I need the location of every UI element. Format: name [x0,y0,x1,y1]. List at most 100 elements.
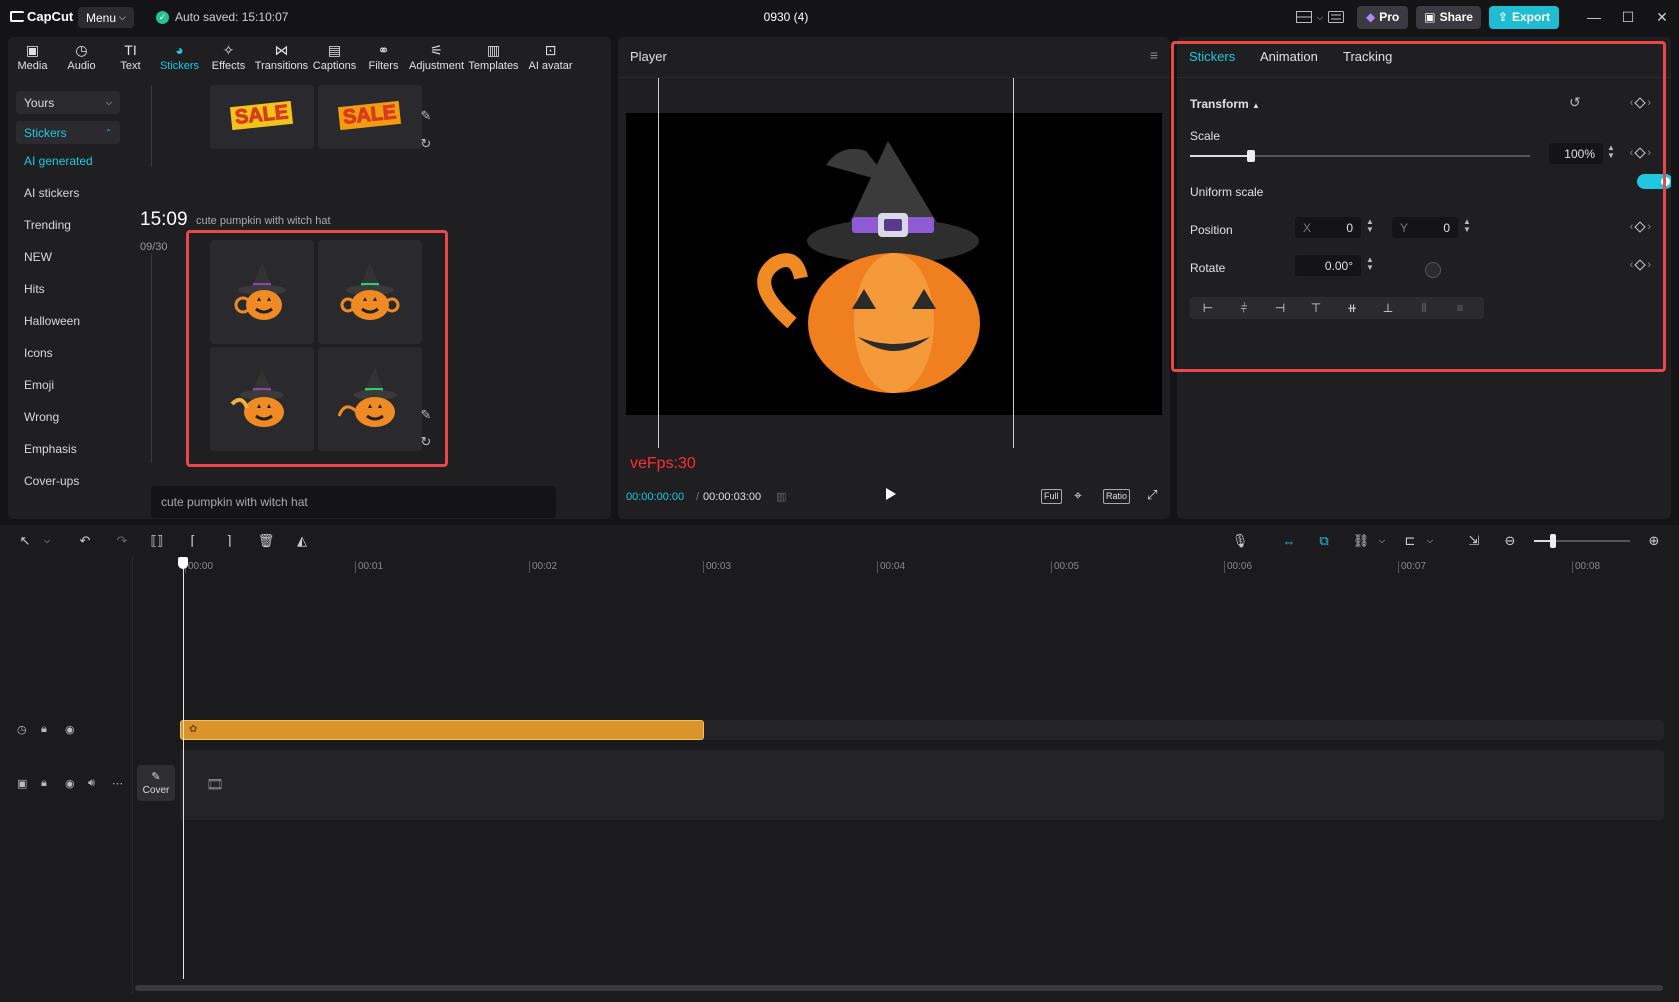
playhead[interactable] [183,559,184,979]
capcut-logo-icon [10,11,24,22]
tool-label: Effects [211,59,246,72]
tool-label: Templates [468,59,519,72]
delete-icon[interactable]: 🗑 [257,532,275,550]
tool-label: Filters [368,59,399,72]
lock-icon[interactable]: 🔒︎ [41,777,47,790]
main-track-magnet-icon[interactable]: ⇔ [1280,532,1298,550]
sticker-sale-2[interactable]: SALE [318,85,422,149]
tool-stickers[interactable]: ◕ Stickers [155,37,204,77]
volume-icon[interactable]: 🔊︎ [88,777,95,790]
full-button[interactable]: Full [1041,489,1062,504]
chevron-down-icon[interactable]: ⌵ [38,532,56,550]
ratio-button[interactable]: Ratio [1103,489,1131,504]
sidebar-item-ai-generated[interactable]: AI generated [24,154,93,168]
play-icon[interactable] [886,488,896,500]
chevron-down-icon[interactable]: ⌵ [1315,6,1325,28]
select-cursor-icon[interactable]: ↖ [16,532,34,550]
split-right-icon[interactable]: ⌉ [220,532,238,550]
sidebar-item-halloween[interactable]: Halloween [24,314,80,328]
video-preview[interactable] [626,113,1162,415]
sidebar-item-emoji[interactable]: Emoji [24,378,54,392]
ruler-tick: 00:01 [355,561,383,573]
microphone-icon[interactable]: 🎙 [1231,532,1249,550]
shortcuts-icon[interactable] [1325,6,1347,28]
zoom-out-icon[interactable]: ⊖ [1501,532,1519,550]
zoom-in-icon[interactable]: ⊕ [1645,532,1663,550]
edit-icon[interactable]: ✎ [416,405,436,425]
sidebar-item-new[interactable]: NEW [24,250,52,264]
refresh-icon[interactable]: ↻ [416,134,436,154]
maximize-icon[interactable]: ☐ [1611,0,1645,34]
timeline-horizontal-scrollbar[interactable] [135,985,1663,991]
menu-label: Menu [86,10,117,25]
time-ruler[interactable]: 00:00 00:01 00:02 00:03 00:04 00:05 00:0… [180,557,1679,577]
timeline-zoom-slider[interactable] [1534,534,1630,548]
more-icon[interactable]: ⋯ [112,777,123,790]
audio-icon: ◷ [75,41,88,58]
stickers-category-label: Stickers [24,125,67,140]
auto-snap-icon[interactable]: ⧉ [1315,532,1333,550]
eye-icon[interactable]: ◉ [65,723,75,736]
history-line [151,85,152,167]
tool-audio[interactable]: ◷ Audio [57,37,106,77]
split-left-icon[interactable]: ⌈ [184,532,202,550]
eye-icon[interactable]: ◉ [65,777,75,790]
sale-label: SALE [338,101,402,131]
refresh-icon[interactable]: ↻ [416,432,436,452]
hamburger-menu-icon[interactable]: ≡ [1150,47,1158,63]
close-icon[interactable]: ✕ [1645,0,1679,34]
sticker-clip[interactable]: ✿ [180,720,704,740]
sidebar-item-ai-stickers[interactable]: AI stickers [24,186,79,200]
tool-templates[interactable]: ▥ Templates [465,37,522,77]
chevron-down-icon[interactable]: ⌵ [1373,532,1391,550]
tool-adjustment[interactable]: ⚟ Adjustment [408,37,465,77]
mirror-icon[interactable]: ◭ [293,532,311,550]
stickers-category[interactable]: Stickers ⌃ [16,121,120,144]
chevron-down-icon[interactable]: ⌵ [1421,532,1439,550]
share-button[interactable]: ▣ Share [1416,5,1481,29]
tool-transitions[interactable]: ⋈ Transitions [253,37,310,77]
fit-timeline-icon[interactable]: ⇲ [1465,532,1483,550]
generation-time: 15:09 [140,209,188,230]
redo-icon[interactable]: ↷ [113,532,131,550]
zoom-slider-handle[interactable] [1550,534,1557,548]
layout-icon[interactable] [1293,6,1315,28]
fullscreen-icon[interactable]: ⤢ [1147,487,1157,503]
sticker-sale-1[interactable]: SALE [210,85,314,149]
sidebar-item-icons[interactable]: Icons [24,346,53,360]
sidebar-item-hits[interactable]: Hits [24,282,45,296]
tool-label: Text [120,59,141,72]
screenshot-icon[interactable]: ⌖ [1074,487,1082,504]
yours-dropdown[interactable]: Yours ⌵ [16,91,120,114]
share-icon: ▣ [1424,10,1436,24]
export-button[interactable]: ⇪ Export [1488,5,1559,29]
prompt-input[interactable]: cute pumpkin with witch hat [151,486,556,518]
tool-text[interactable]: TI Text [106,37,155,77]
cover-button[interactable]: ✎ Cover [137,765,175,801]
playhead-handle[interactable] [178,557,188,569]
minimize-icon[interactable]: — [1577,0,1611,34]
link-icon[interactable]: ⛓ [1352,532,1370,550]
preview-axis-icon[interactable]: ⊏ [1401,532,1419,550]
sidebar-item-cover-ups[interactable]: Cover-ups [24,474,79,488]
lock-icon[interactable]: 🔒︎ [41,723,47,736]
pro-label: Pro [1379,10,1400,24]
tool-effects[interactable]: ✧ Effects [204,37,253,77]
sidebar-item-trending[interactable]: Trending [24,218,71,232]
sidebar-item-emphasis[interactable]: Emphasis [24,442,77,456]
tool-captions[interactable]: ▤ Captions [310,37,359,77]
tool-filters[interactable]: ⚭ Filters [359,37,408,77]
ruler-tick: 00:08 [1572,561,1600,573]
tool-ai-avatar[interactable]: ⊡ AI avatar [522,37,579,77]
tool-media[interactable]: ▣ Media [8,37,57,77]
undo-icon[interactable]: ↶ [76,532,94,550]
chevron-down-icon: ⌵ [105,97,112,107]
upload-icon: ⇪ [1497,10,1508,24]
split-icon[interactable]: ⟦⟧ [148,532,166,550]
sidebar-item-wrong[interactable]: Wrong [24,410,59,424]
menu-button[interactable]: Menu ⌵ [78,7,134,28]
timecode-format-icon[interactable]: ▥ [776,490,786,503]
pro-button[interactable]: ◆ Pro [1356,5,1409,29]
main-video-track[interactable]: 🎞︎ [180,750,1664,820]
edit-icon[interactable]: ✎ [416,106,436,126]
